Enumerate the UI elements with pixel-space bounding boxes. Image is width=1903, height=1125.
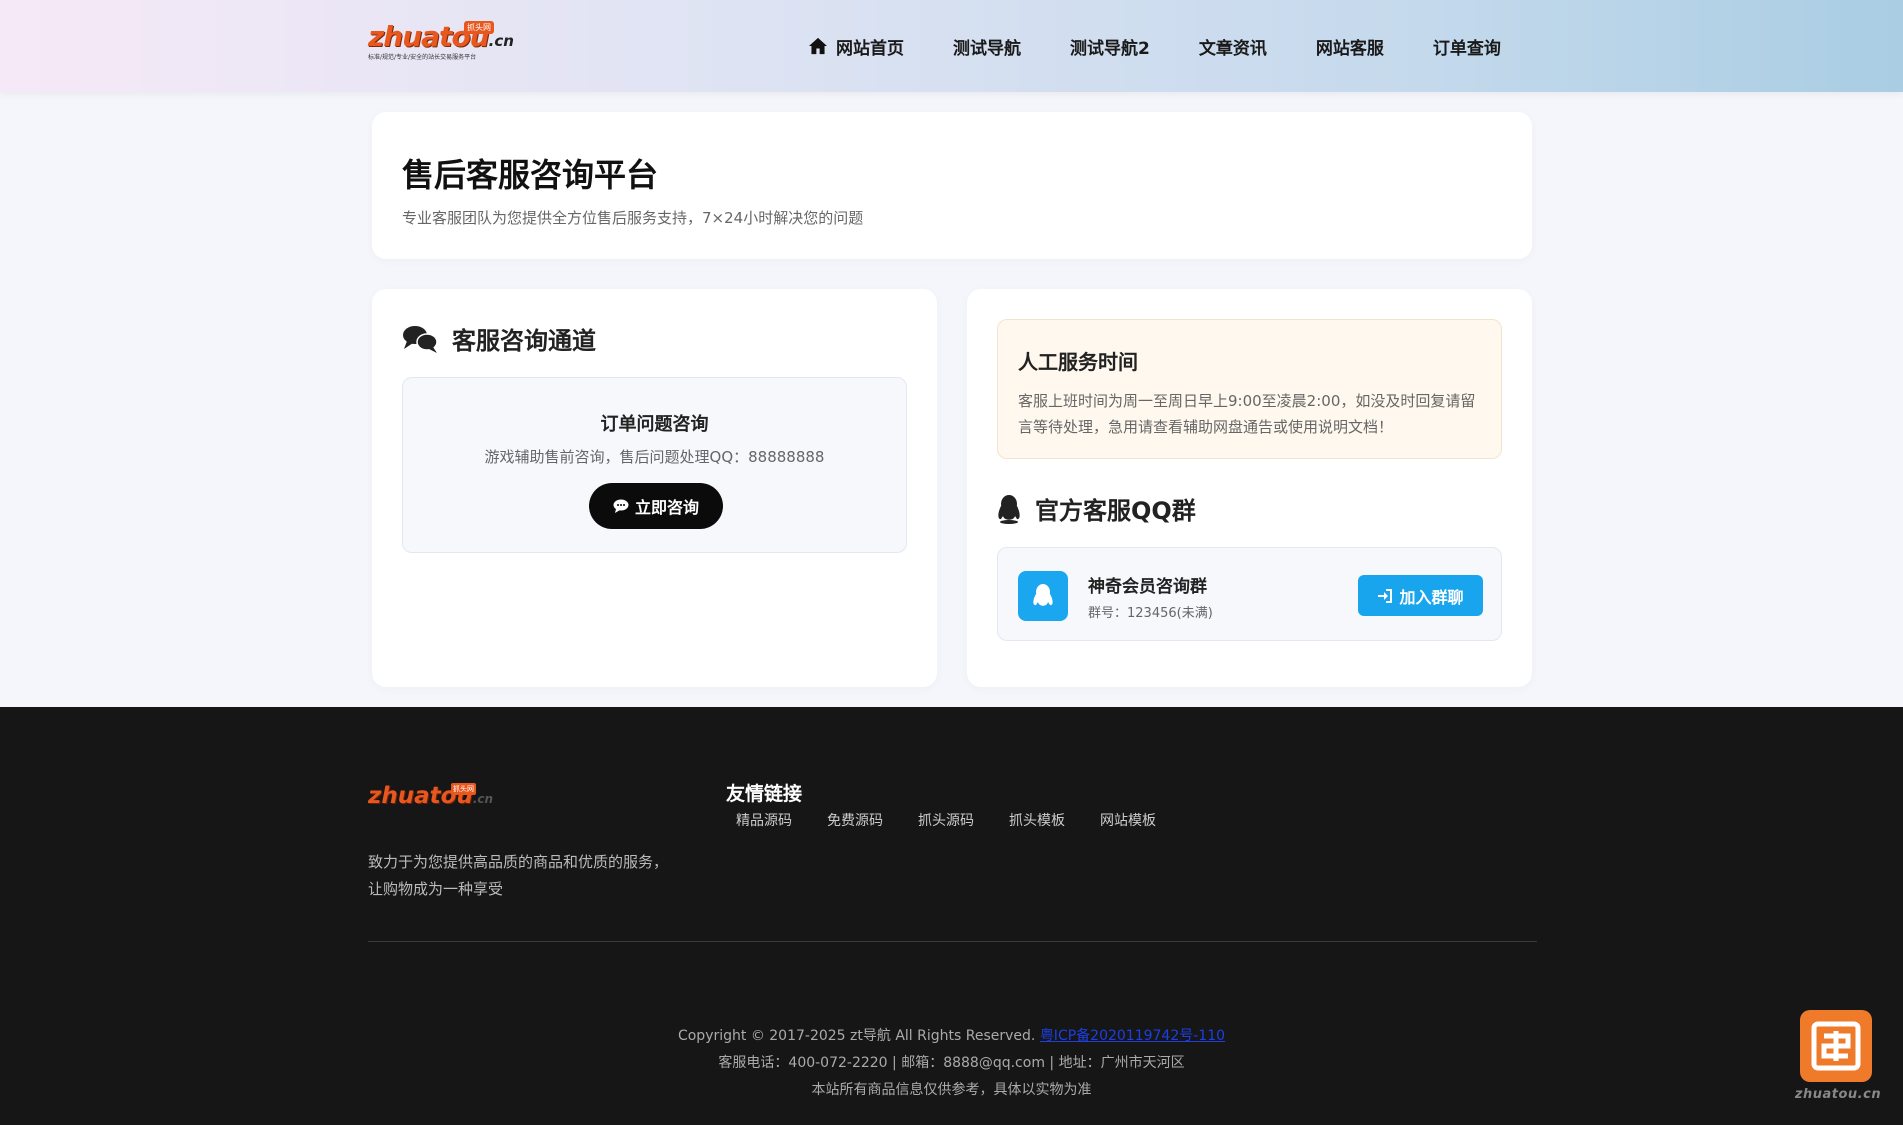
consult-box-title: 订单问题咨询 — [600, 414, 709, 435]
service-hours-box: 人工服务时间 客服上班时间为周一至周日早上9:00至凌晨2:00，如没及时回复请… — [997, 319, 1502, 459]
site-logo[interactable]: zhuatou.cn 抓头网 标准/规范/专业/安全的站长交易服务平台 — [368, 20, 514, 66]
qq-group-avatar — [1018, 571, 1068, 621]
footer-link[interactable]: 抓头源码 — [918, 810, 974, 830]
nav-item-test-nav-2[interactable]: 测试导航2 — [1070, 32, 1150, 60]
footer-logo-suffix: .cn — [472, 792, 494, 806]
brand-square — [1800, 1010, 1872, 1082]
consult-box: 订单问题咨询 游戏辅助售前咨询，售后问题处理QQ：88888888 立即咨询 — [402, 377, 907, 553]
logo-tagline: 标准/规范/专业/安全的站长交易服务平台 — [368, 54, 477, 61]
qq-group-name: 神奇会员咨询群 — [1088, 577, 1207, 597]
service-card: 人工服务时间 客服上班时间为周一至周日早上9:00至凌晨2:00，如没及时回复请… — [967, 289, 1532, 687]
nav-item-support[interactable]: 网站客服 — [1316, 32, 1384, 60]
section-title-text: 官方客服QQ群 — [1035, 497, 1196, 525]
service-hours-title: 人工服务时间 — [1018, 350, 1138, 374]
footer-link[interactable]: 精品源码 — [736, 810, 792, 830]
consult-now-button[interactable]: 立即咨询 — [589, 483, 723, 529]
join-group-label: 加入群聊 — [1399, 587, 1464, 607]
footer-link[interactable]: 抓头模板 — [1009, 810, 1065, 830]
site-footer: zhuatou.cn 抓头网 致力于为您提供高品质的商品和优质的服务，让购物成为… — [0, 707, 1903, 1125]
page-subtitle: 专业客服团队为您提供全方位售后服务支持，7×24小时解决您的问题 — [402, 209, 864, 227]
nav-label: 网站客服 — [1315, 38, 1384, 59]
icp-link[interactable]: 粤ICP备2020119742号-110 — [1040, 1028, 1225, 1044]
footer-logo[interactable]: zhuatou.cn 抓头网 — [368, 783, 493, 809]
nav-label: 订单查询 — [1432, 38, 1501, 59]
footer-links: 精品源码 免费源码 抓头源码 抓头模板 网站模板 — [736, 810, 1191, 830]
qq-penguin-icon — [998, 494, 1020, 524]
join-group-button[interactable]: 加入群聊 — [1358, 575, 1483, 616]
footer-link[interactable]: 网站模板 — [1100, 810, 1156, 830]
footer-description: 致力于为您提供高品质的商品和优质的服务，让购物成为一种享受 — [368, 853, 669, 898]
logo-suffix: .cn — [488, 32, 514, 50]
chat-bubbles-icon — [403, 325, 438, 353]
service-hours-desc: 客服上班时间为周一至周日早上9:00至凌晨2:00，如没及时回复请留言等待处理，… — [1018, 392, 1476, 436]
consult-card: 客服咨询通道 订单问题咨询 游戏辅助售前咨询，售后问题处理QQ：88888888… — [372, 289, 937, 687]
logo-badge: 抓头网 — [464, 21, 494, 34]
home-icon — [809, 37, 827, 55]
comment-icon — [613, 499, 629, 513]
copyright-text: Copyright © 2017-2025 zt导航 All Rights Re… — [677, 1028, 1036, 1044]
nav-label: 文章资讯 — [1198, 38, 1267, 59]
nav-label: 网站首页 — [836, 38, 904, 59]
floating-brand-widget[interactable]: zhuatou.cn — [1788, 1007, 1888, 1107]
footer-contact: 客服电话：400-072-2220 | 邮箱：8888@qq.com | 地址：… — [718, 1055, 1185, 1071]
nav-label: 测试导航2 — [1070, 38, 1150, 59]
consult-box-desc: 游戏辅助售前咨询，售后问题处理QQ：88888888 — [484, 448, 825, 466]
footer-divider — [368, 941, 1537, 942]
nav-item-test-nav[interactable]: 测试导航 — [953, 32, 1021, 60]
nav-item-order-query[interactable]: 订单查询 — [1433, 32, 1501, 60]
consult-now-label: 立即咨询 — [634, 498, 699, 517]
hero-card: 售后客服咨询平台 专业客服团队为您提供全方位售后服务支持，7×24小时解决您的问… — [372, 112, 1532, 259]
qq-group-number: 群号：123456(未满) — [1088, 606, 1213, 621]
section-title-text: 客服咨询通道 — [452, 327, 596, 355]
footer-disclaimer: 本站所有商品信息仅供参考，具体以实物为准 — [811, 1082, 1092, 1098]
nav-label: 测试导航 — [953, 38, 1021, 59]
page-title: 售后客服咨询平台 — [402, 156, 659, 194]
footer-link[interactable]: 免费源码 — [827, 810, 883, 830]
floating-widget-label: zhuatou.cn — [1794, 1087, 1882, 1102]
consult-section-title: 客服咨询通道 — [402, 321, 596, 356]
footer-copyright-line: Copyright © 2017-2025 zt导航 All Rights Re… — [0, 1025, 1903, 1045]
main-nav: 网站首页 测试导航 测试导航2 文章资讯 网站客服 订单查询 — [808, 32, 1550, 60]
nav-item-home[interactable]: 网站首页 — [808, 32, 904, 60]
qq-penguin-icon — [1033, 584, 1053, 606]
brand-glyph-icon — [1811, 1021, 1861, 1071]
qq-section-title: 官方客服QQ群 — [997, 491, 1196, 526]
sign-in-icon — [1378, 588, 1393, 603]
qq-group-item: 神奇会员咨询群 群号：123456(未满) 加入群聊 — [997, 547, 1502, 641]
site-header: zhuatou.cn 抓头网 标准/规范/专业/安全的站长交易服务平台 网站首页… — [0, 0, 1903, 92]
footer-links-title: 友情链接 — [726, 783, 803, 805]
footer-logo-badge: 抓头网 — [451, 783, 476, 795]
nav-item-articles[interactable]: 文章资讯 — [1199, 32, 1267, 60]
